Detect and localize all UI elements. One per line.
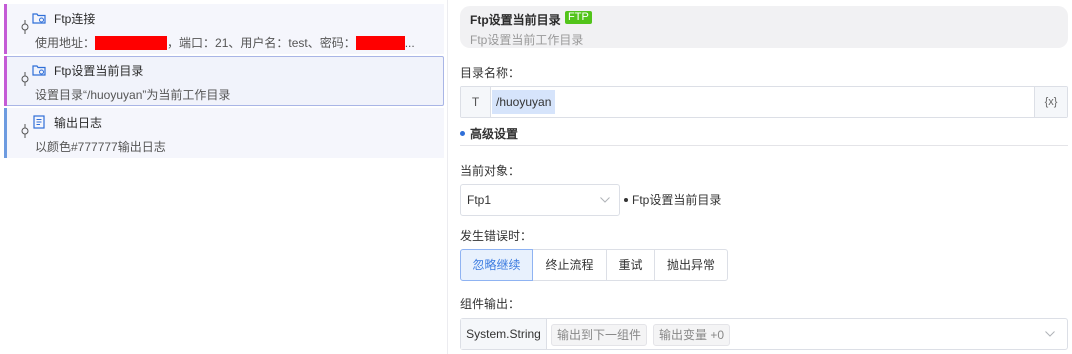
advanced-settings-label: 高级设置 — [470, 127, 519, 141]
redacted-password — [355, 36, 405, 50]
step-color-bar — [4, 56, 7, 106]
step-title: 输出日志 — [54, 116, 103, 130]
chevron-down-icon — [600, 197, 610, 203]
output-type: System.String — [461, 319, 547, 349]
on-error-label: 发生错误时： — [460, 229, 533, 243]
chevron-down-icon — [1045, 331, 1055, 337]
error-ignore-continue-button[interactable]: 忽略继续 — [460, 249, 533, 281]
error-retry-button[interactable]: 重试 — [606, 249, 655, 281]
error-stop-flow-button[interactable]: 终止流程 — [532, 249, 607, 281]
step-description: 以颜色#777777输出日志 — [35, 140, 166, 154]
dir-name-input[interactable]: T /huoyuyan {x} — [460, 86, 1068, 118]
section-divider — [460, 145, 1068, 146]
ftp-folder-icon — [32, 65, 46, 76]
ftp-folder-icon — [32, 13, 46, 24]
properties-header: Ftp设置当前目录 FTP Ftp设置当前工作目录 — [460, 6, 1068, 48]
component-output-select[interactable]: System.String 输出到下一组件 输出变量 +0 — [460, 318, 1068, 350]
step-description: 使用地址： ，端口：21、用户名：test、密码：... — [35, 34, 415, 51]
current-object-name: Ftp设置当前目录 — [624, 191, 721, 208]
step-ftp-set-dir[interactable]: Ftp设置当前目录 设置目录“/huoyuyan”为当前工作目录 — [4, 56, 444, 106]
dir-name-value[interactable]: /huoyuyan — [492, 90, 556, 114]
object-name-text: Ftp设置当前目录 — [632, 193, 722, 207]
step-title: Ftp设置当前目录 — [54, 64, 144, 78]
output-next-component-chip[interactable]: 输出到下一组件 — [551, 324, 648, 346]
text-type-prefix[interactable]: T — [461, 87, 491, 117]
panel-subtitle: Ftp设置当前工作目录 — [470, 33, 584, 47]
on-error-button-group: 忽略继续 终止流程 重试 抛出异常 — [460, 249, 728, 281]
step-description: 设置目录“/huoyuyan”为当前工作目录 — [35, 88, 231, 102]
desc-text: 使用地址： — [35, 36, 96, 50]
dir-name-label: 目录名称： — [460, 66, 521, 80]
log-list-icon — [33, 115, 45, 129]
step-title: Ftp连接 — [54, 12, 96, 26]
bullet-dot-icon — [624, 198, 628, 202]
current-object-label: 当前对象： — [460, 164, 521, 178]
step-node-icon — [21, 20, 29, 34]
step-ftp-connect[interactable]: Ftp连接 使用地址： ，端口：21、用户名：test、密码：... — [4, 4, 444, 54]
step-color-bar — [4, 4, 7, 54]
output-variable-chip[interactable]: 输出变量 +0 — [653, 324, 731, 346]
panel-title: Ftp设置当前目录 — [470, 13, 561, 27]
component-output-label: 组件输出： — [460, 297, 521, 311]
flow-step-list: Ftp连接 使用地址： ，端口：21、用户名：test、密码：... Ftp设置当… — [0, 0, 447, 354]
variable-insert-button[interactable]: {x} — [1034, 87, 1067, 117]
desc-text: ，端口：21、用户名：test、密码： — [167, 36, 356, 50]
step-color-bar — [4, 108, 7, 158]
step-output-log[interactable]: 输出日志 以颜色#777777输出日志 — [4, 108, 444, 158]
step-node-icon — [21, 124, 29, 138]
current-object-select[interactable]: Ftp1 — [460, 184, 620, 216]
desc-ellipsis: ... — [404, 36, 415, 50]
advanced-settings-heading[interactable]: 高级设置 — [460, 125, 518, 142]
panel-divider — [447, 0, 448, 354]
ftp-tag-badge: FTP — [565, 11, 592, 24]
error-throw-exception-button[interactable]: 抛出异常 — [654, 249, 728, 281]
current-object-value: Ftp1 — [467, 193, 492, 207]
step-node-icon — [21, 72, 29, 86]
bullet-dot-icon — [460, 131, 465, 136]
redacted-address — [95, 36, 168, 50]
